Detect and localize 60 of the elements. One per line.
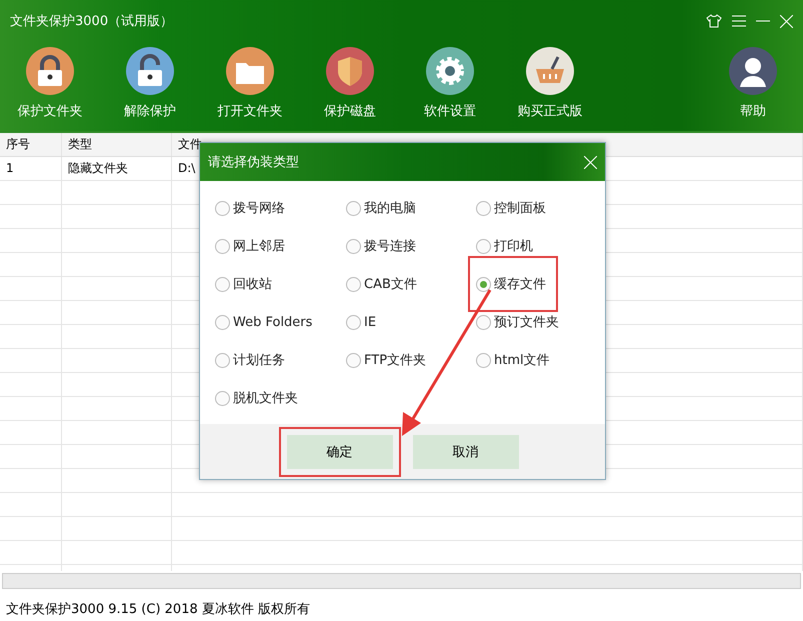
toolbar-button[interactable]: 购买正式版: [500, 42, 600, 131]
radio-option[interactable]: 我的电脑: [346, 189, 416, 227]
column-header: 类型: [62, 133, 172, 156]
radio-option[interactable]: 拨号连接: [346, 227, 416, 265]
radio-option[interactable]: CAB文件: [346, 265, 417, 303]
radio-icon[interactable]: [215, 390, 230, 406]
toolbar-button[interactable]: 保护磁盘: [300, 42, 400, 131]
toolbar-button[interactable]: 软件设置: [400, 42, 500, 131]
menu-icon[interactable]: [732, 15, 746, 27]
horizontal-scrollbar[interactable]: [2, 573, 801, 589]
radio-icon[interactable]: [215, 276, 230, 292]
shield-icon: [326, 47, 374, 95]
radio-icon[interactable]: [346, 314, 361, 330]
radio-option[interactable]: IE: [346, 303, 376, 341]
radio-option[interactable]: 预订文件夹: [476, 303, 559, 341]
radio-option[interactable]: 计划任务: [215, 341, 285, 379]
radio-option[interactable]: Web Folders: [215, 303, 312, 341]
close-icon[interactable]: [584, 156, 597, 168]
radio-icon[interactable]: [346, 238, 361, 254]
column-header: 序号: [0, 133, 62, 156]
radio-icon[interactable]: [346, 276, 361, 292]
radio-icon[interactable]: [215, 238, 230, 254]
radio-option[interactable]: 回收站: [215, 265, 272, 303]
dialog-button[interactable]: 取消: [412, 434, 518, 468]
radio-option[interactable]: 控制面板: [476, 189, 546, 227]
toolbar-button[interactable]: 打开文件夹: [200, 42, 300, 131]
padlock-icon: [26, 47, 74, 95]
radio-icon[interactable]: [476, 200, 491, 216]
folder-icon: [226, 47, 274, 95]
radio-icon[interactable]: [476, 314, 491, 330]
radio-option[interactable]: 拨号网络: [215, 189, 285, 227]
toolbar-button[interactable]: 帮助: [703, 42, 803, 131]
toolbar-button[interactable]: 保护文件夹: [0, 42, 100, 131]
radio-icon[interactable]: [215, 200, 230, 216]
toolbar-button[interactable]: 解除保护: [100, 42, 200, 131]
radio-icon[interactable]: [476, 352, 491, 368]
basket-icon: [526, 47, 574, 95]
radio-icon[interactable]: [215, 314, 230, 330]
radio-option[interactable]: html文件: [476, 341, 550, 379]
dialog-title: 请选择伪装类型: [208, 154, 300, 171]
radio-icon[interactable]: [346, 352, 361, 368]
close-icon[interactable]: [780, 14, 793, 28]
table-cell: 隐藏文件夹: [62, 157, 172, 180]
radio-icon[interactable]: [476, 238, 491, 254]
user-icon: [729, 47, 777, 95]
skin-icon[interactable]: [706, 14, 722, 28]
radio-icon[interactable]: [346, 200, 361, 216]
radio-icon[interactable]: [215, 352, 230, 368]
radio-option[interactable]: FTP文件夹: [346, 341, 426, 379]
status-text: 文件夹保护3000 9.15 (C) 2018 夏冰软件 版权所有: [5, 601, 311, 619]
radio-option[interactable]: 打印机: [476, 227, 533, 265]
window-title: 文件夹保护3000（试用版）: [10, 13, 174, 30]
dialog-button[interactable]: 确定: [286, 434, 392, 468]
gear-icon: [426, 47, 474, 95]
radio-option[interactable]: 网上邻居: [215, 227, 285, 265]
radio-option[interactable]: 脱机文件夹: [215, 379, 298, 417]
radio-icon[interactable]: [476, 276, 491, 292]
table-cell: 1: [0, 157, 62, 180]
open-padlock-icon: [126, 47, 174, 95]
radio-option[interactable]: 缓存文件: [476, 265, 546, 303]
